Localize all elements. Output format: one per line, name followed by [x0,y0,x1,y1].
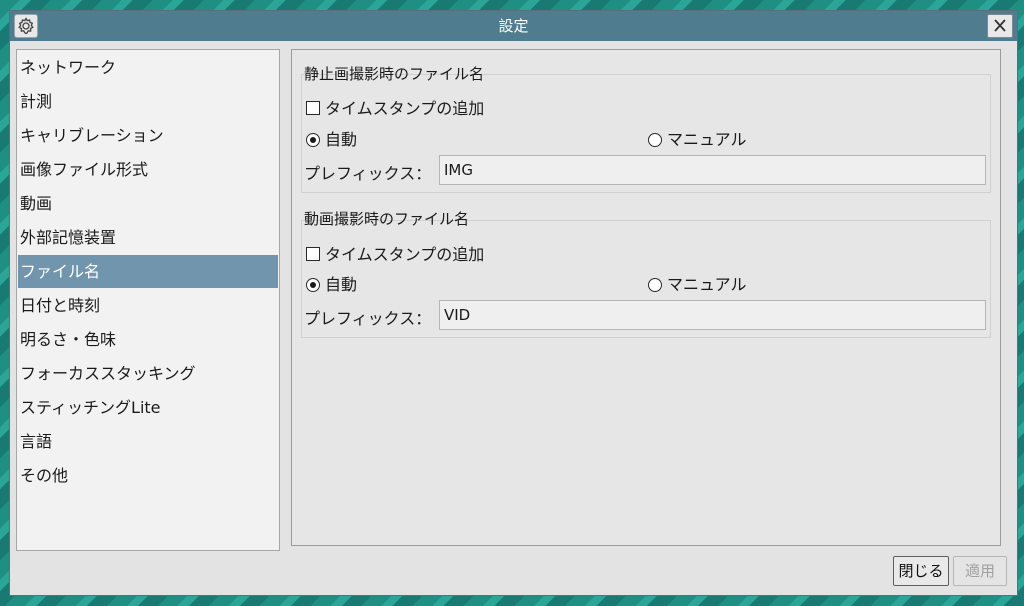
sidebar-item-image-format[interactable]: 画像ファイル形式 [18,153,278,186]
sidebar-item-focus-stacking[interactable]: フォーカススタッキング [18,357,278,390]
radio-unchecked-icon[interactable] [648,133,662,147]
still-manual-label: マニュアル [667,130,747,149]
video-manual-radio[interactable]: マニュアル [648,271,747,295]
video-group-title: 動画撮影時のファイル名 [304,210,470,228]
sidebar-item-calibration[interactable]: キャリブレーション [18,119,278,152]
apply-button[interactable]: 適用 [953,556,1007,586]
sidebar-item-other[interactable]: その他 [18,459,278,492]
sidebar-item-date-time[interactable]: 日付と時刻 [18,289,278,322]
radio-checked-icon[interactable] [306,133,320,147]
settings-dialog: 設定 ネットワーク 計測 キャリブレーション 画像ファイル形式 動画 外部記憶装… [9,10,1018,596]
close-button[interactable]: 閉じる [893,556,949,586]
sidebar-item-brightness-color[interactable]: 明るさ・色味 [18,323,278,356]
video-auto-radio[interactable]: 自動 [306,271,357,295]
settings-content-panel: 静止画撮影時のファイル名 タイムスタンプの追加 自動 マニュアル プレフィックス… [291,49,1001,546]
sidebar-item-stitching-lite[interactable]: スティッチングLite [18,391,278,424]
still-auto-radio[interactable]: 自動 [306,126,357,150]
still-prefix-label: プレフィックス： [304,164,432,183]
sidebar-item-network[interactable]: ネットワーク [18,51,278,84]
video-prefix-label: プレフィックス： [304,309,432,328]
title-bar[interactable]: 設定 [10,11,1017,41]
sidebar-item-external-storage[interactable]: 外部記憶装置 [18,221,278,254]
sidebar-item-language[interactable]: 言語 [18,425,278,458]
video-auto-label: 自動 [325,275,358,294]
still-manual-radio[interactable]: マニュアル [648,126,747,150]
video-timestamp-checkbox[interactable]: タイムスタンプの追加 [306,241,484,265]
still-prefix-input[interactable]: IMG [439,155,986,185]
checkbox-box[interactable] [306,101,320,115]
sidebar-item-file-name[interactable]: ファイル名 [18,255,278,288]
still-image-group-title: 静止画撮影時のファイル名 [304,65,485,83]
dialog-title: 設定 [498,17,529,35]
video-manual-label: マニュアル [667,275,747,294]
video-prefix-input[interactable]: VID [439,300,986,330]
still-timestamp-label: タイムスタンプの追加 [325,99,485,118]
still-timestamp-checkbox[interactable]: タイムスタンプの追加 [306,95,484,119]
video-timestamp-label: タイムスタンプの追加 [325,245,485,264]
sidebar-item-measurement[interactable]: 計測 [18,85,278,118]
sidebar-item-video[interactable]: 動画 [18,187,278,220]
checkbox-box[interactable] [306,247,320,261]
close-icon[interactable] [987,14,1013,38]
still-auto-label: 自動 [325,130,358,149]
radio-unchecked-icon[interactable] [648,278,662,292]
radio-checked-icon[interactable] [306,278,320,292]
settings-category-list[interactable]: ネットワーク 計測 キャリブレーション 画像ファイル形式 動画 外部記憶装置 フ… [16,49,280,551]
